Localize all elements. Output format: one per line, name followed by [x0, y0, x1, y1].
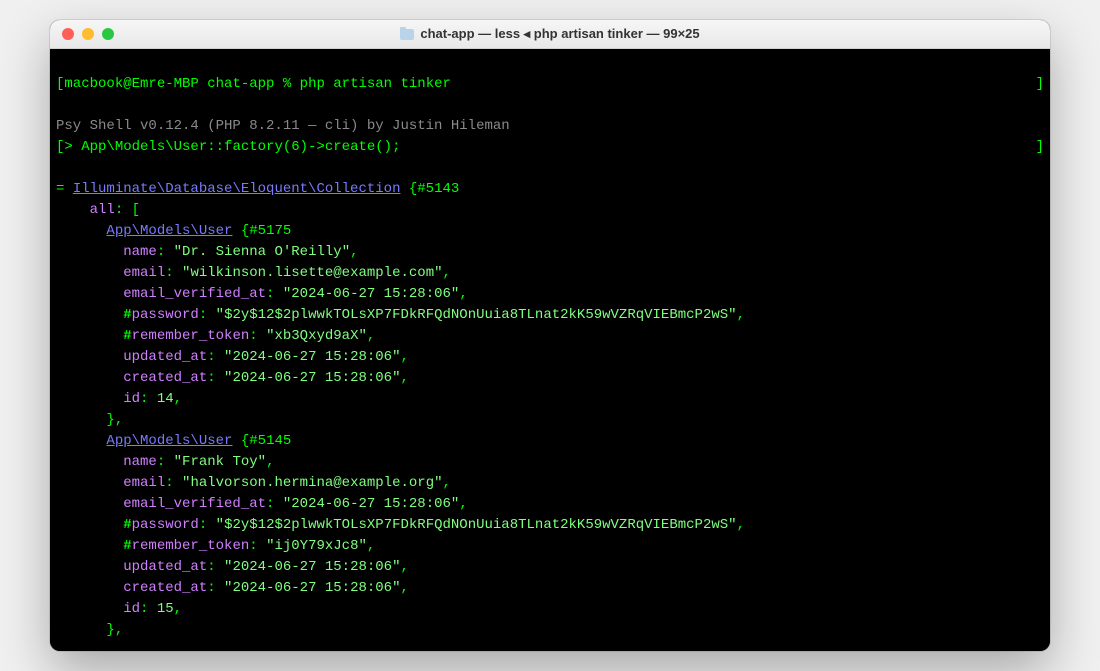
user-class: App\Models\User: [106, 223, 232, 239]
terminal-body[interactable]: [macbook@Emre-MBP chat-app % php artisan…: [50, 49, 1050, 651]
record-hash: #5175: [249, 223, 291, 239]
input-line: [> App\Models\User::factory(6)->create()…: [56, 137, 1044, 158]
user-host: macbook@Emre-MBP: [64, 76, 198, 92]
email-value: halvorson.hermina@example.org: [190, 475, 434, 491]
command: php artisan tinker: [300, 76, 451, 92]
window-title-text: chat-app — less ◂ php artisan tinker — 9…: [420, 26, 699, 42]
tinker-code: App\Models\User::factory(6)->create();: [81, 139, 400, 155]
prompt-line: [macbook@Emre-MBP chat-app % php artisan…: [56, 74, 1044, 95]
collection-class: Illuminate\Database\Eloquent\Collection: [73, 181, 401, 197]
password-value: $2y$12$2plwwkTOLsXP7FDkRFQdNOnUuia8TLnat…: [224, 307, 728, 323]
password-value: $2y$12$2plwwkTOLsXP7FDkRFQdNOnUuia8TLnat…: [224, 517, 728, 533]
updated-value: 2024-06-27 15:28:06: [232, 559, 392, 575]
traffic-lights: [62, 28, 114, 40]
email-value: wilkinson.lisette@example.com: [190, 265, 434, 281]
verified-value: 2024-06-27 15:28:06: [291, 286, 451, 302]
bracket-close: ]: [1036, 74, 1044, 95]
titlebar: chat-app — less ◂ php artisan tinker — 9…: [50, 20, 1050, 49]
record-hash: #5145: [249, 433, 291, 449]
record-block: App\Models\User {#5175 name: "Dr. Sienna…: [56, 223, 745, 428]
updated-value: 2024-06-27 15:28:06: [232, 349, 392, 365]
collection-hash: #5143: [417, 181, 459, 197]
record-block: App\Models\User {#5145 name: "Frank Toy"…: [56, 433, 745, 638]
psy-banner: Psy Shell v0.12.4 (PHP 8.2.11 — cli) by …: [56, 118, 510, 134]
close-icon[interactable]: [62, 28, 74, 40]
user-class: App\Models\User: [106, 433, 232, 449]
id-value: 15: [157, 601, 174, 617]
window-title: chat-app — less ◂ php artisan tinker — 9…: [60, 26, 1040, 42]
name-value: Frank Toy: [182, 454, 258, 470]
token-value: ij0Y79xJc8: [274, 538, 358, 554]
created-value: 2024-06-27 15:28:06: [232, 580, 392, 596]
id-value: 14: [157, 391, 174, 407]
token-value: xb3Qxyd9aX: [274, 328, 358, 344]
minimize-icon[interactable]: [82, 28, 94, 40]
cwd: chat-app: [207, 76, 274, 92]
zoom-icon[interactable]: [102, 28, 114, 40]
name-value: Dr. Sienna O'Reilly: [182, 244, 342, 260]
folder-icon: [400, 29, 414, 40]
all-key: all: [90, 202, 115, 218]
created-value: 2024-06-27 15:28:06: [232, 370, 392, 386]
verified-value: 2024-06-27 15:28:06: [291, 496, 451, 512]
terminal-window: chat-app — less ◂ php artisan tinker — 9…: [50, 20, 1050, 651]
